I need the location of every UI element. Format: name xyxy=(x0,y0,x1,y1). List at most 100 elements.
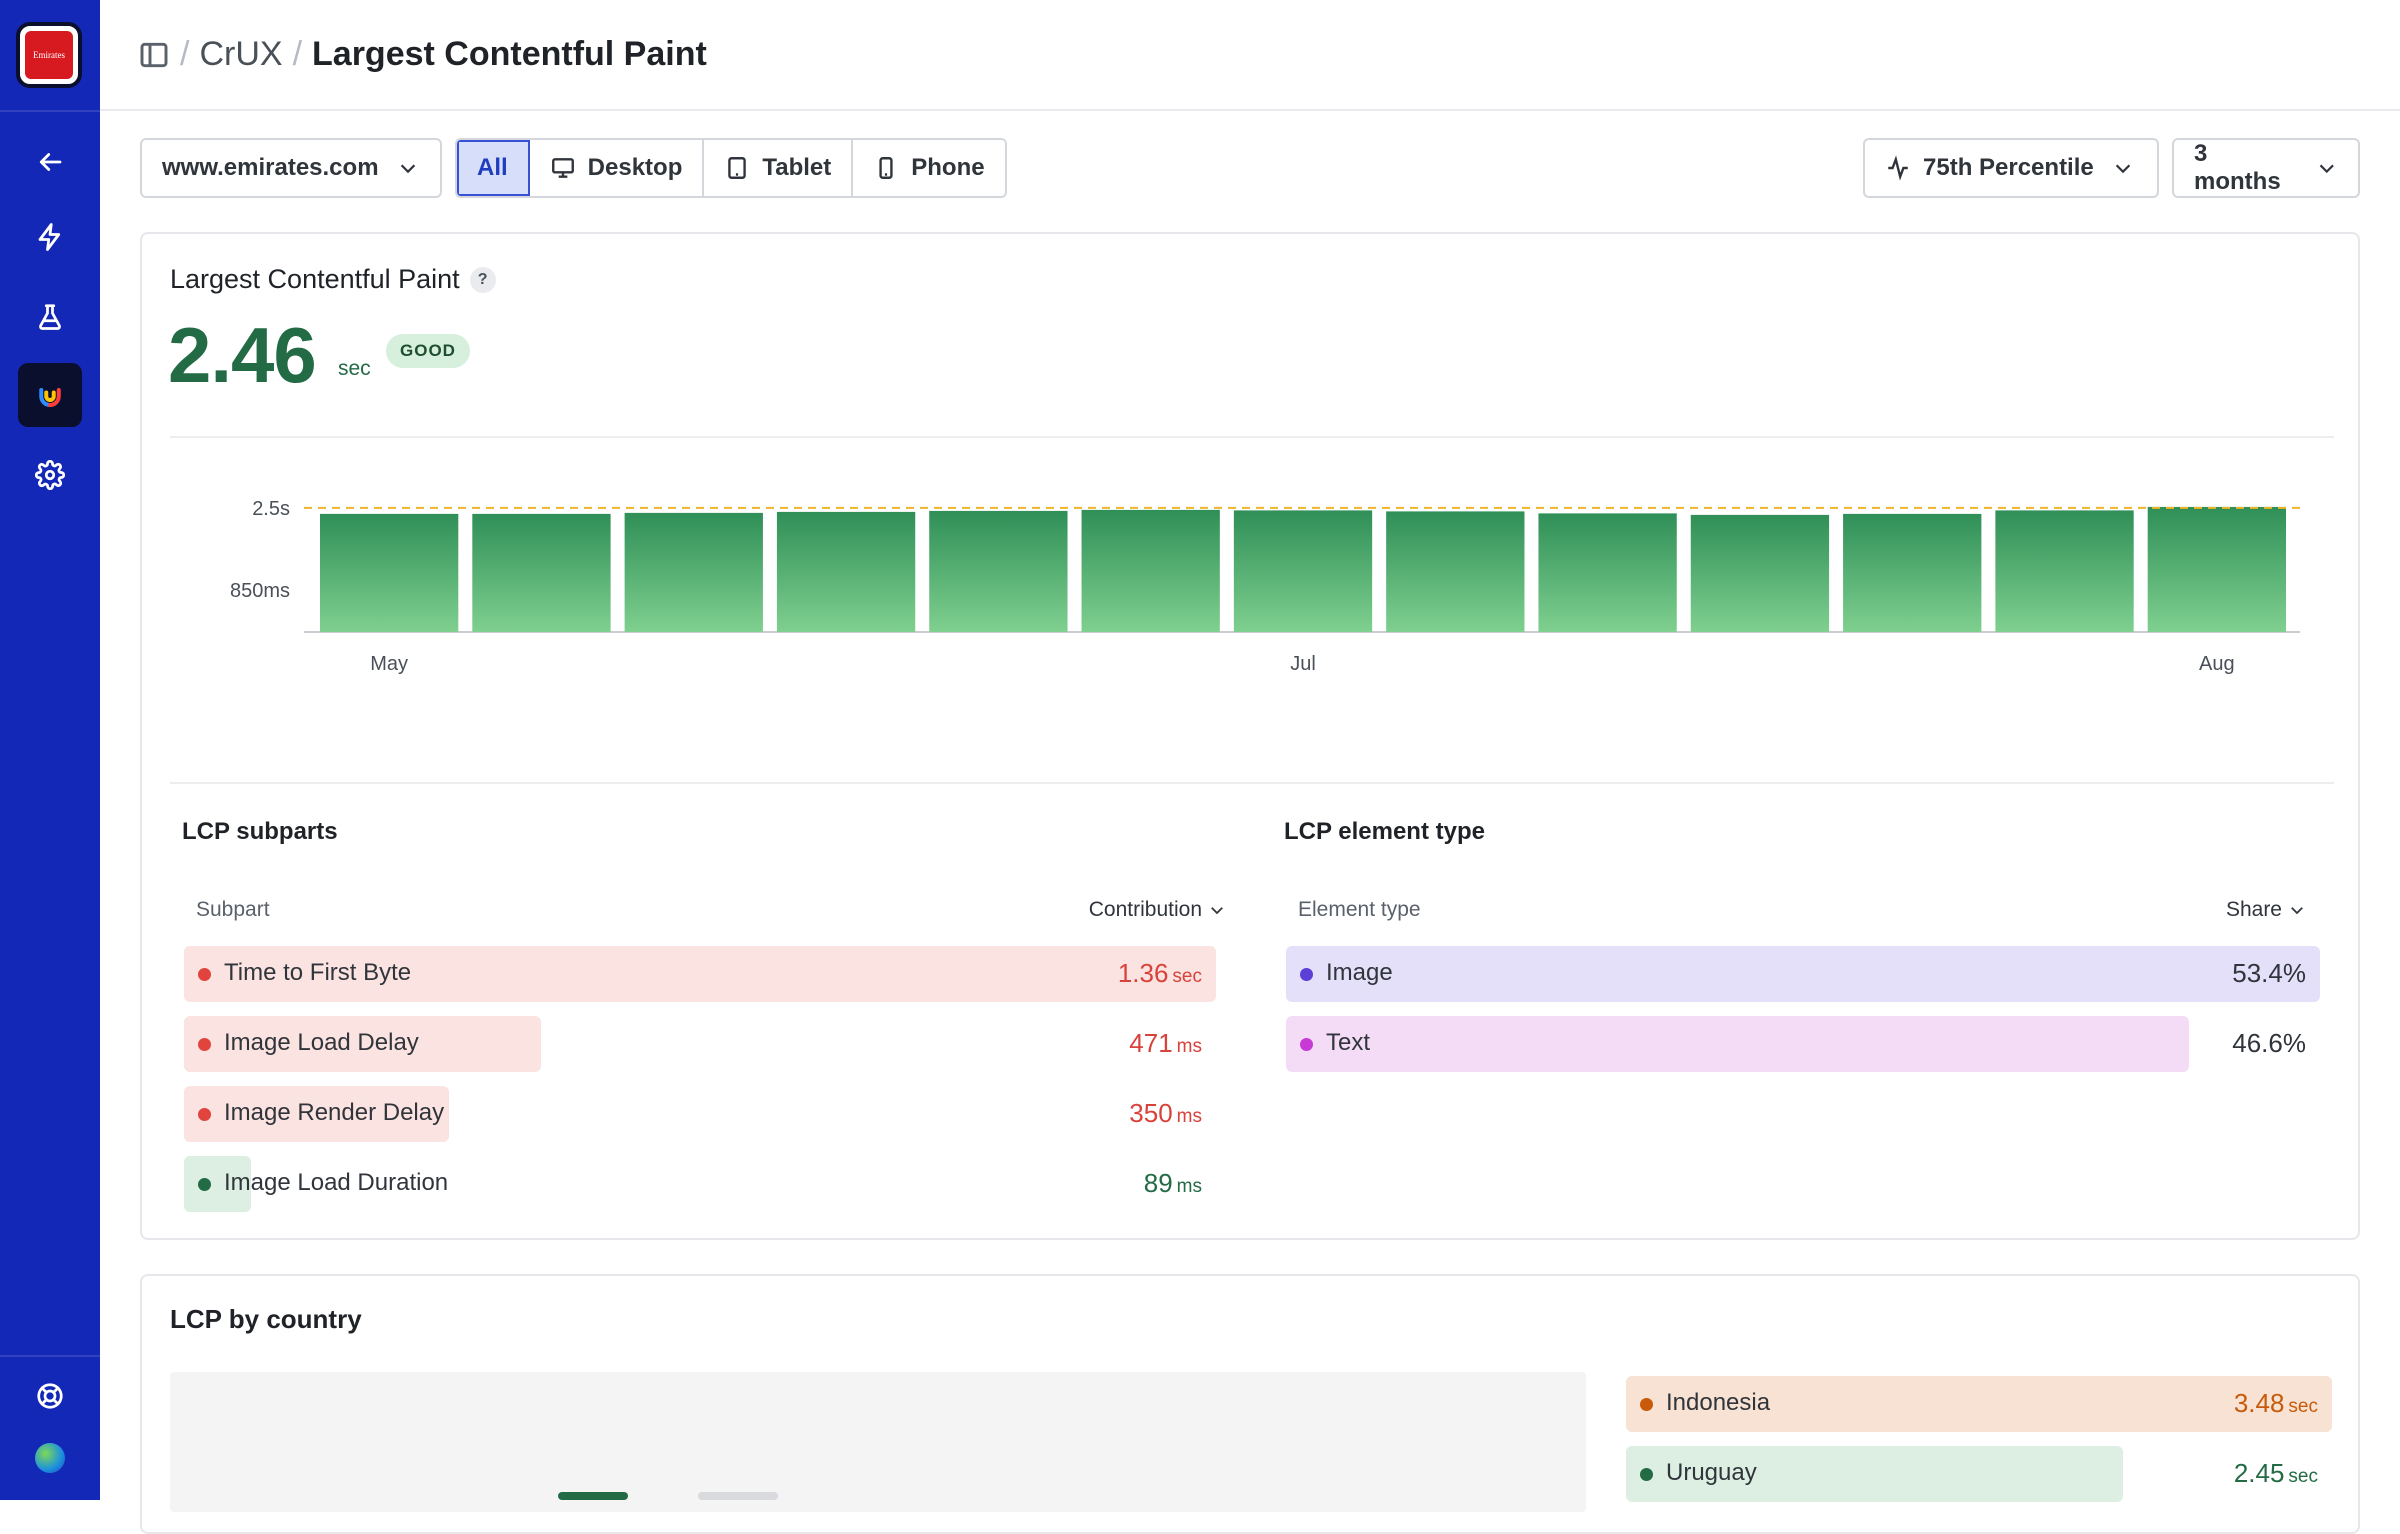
subpart-row[interactable]: Image Load Delay 471 ms xyxy=(184,1016,1216,1072)
chevron-down-icon xyxy=(400,164,415,174)
row-unit: sec xyxy=(1172,966,1202,987)
user-avatar-button[interactable] xyxy=(18,1426,82,1490)
divider xyxy=(170,782,2334,784)
status-dot xyxy=(198,1108,211,1121)
chart-bar xyxy=(1081,509,1220,632)
device-tab-label: Tablet xyxy=(762,154,832,181)
chart-bar xyxy=(1690,514,1830,632)
sidebar: Emirates xyxy=(0,0,100,1500)
element-type-row[interactable]: Text 46.6% xyxy=(1286,1016,2320,1072)
row-label: Image xyxy=(1326,959,1393,986)
percentile-select-value: 75th Percentile xyxy=(1923,154,2094,181)
brand-text: Emirates xyxy=(33,50,65,60)
sort-label: Share xyxy=(2225,898,2282,921)
row-label: Image Load Delay xyxy=(224,1029,419,1056)
device-tab-tablet[interactable]: Tablet xyxy=(704,140,854,196)
row-label: Uruguay xyxy=(1666,1459,1757,1486)
page-title: Largest Contentful Paint xyxy=(312,35,707,73)
help-lifebuoy-icon xyxy=(37,1383,63,1409)
lcp-card: Largest Contentful Paint ? 2.46 sec GOOD… xyxy=(140,232,2360,1240)
breadcrumb-crux[interactable]: CrUX xyxy=(199,35,282,74)
sort-label: Contribution xyxy=(1088,898,1202,921)
help-icon[interactable]: ? xyxy=(469,266,496,293)
chart-y-tick: 850ms xyxy=(230,580,290,602)
map-marker xyxy=(698,1492,778,1500)
flask-icon xyxy=(39,304,61,330)
sidebar-item-lab[interactable] xyxy=(18,285,82,349)
status-dot xyxy=(1300,968,1313,981)
row-bar xyxy=(1286,946,2320,1002)
device-tab-label: Desktop xyxy=(587,154,683,181)
status-badge: GOOD xyxy=(386,334,470,368)
subparts-sort-contribution[interactable]: Contribution xyxy=(1089,898,1226,922)
row-unit: ms xyxy=(1176,1176,1202,1197)
row-value: 471 ms xyxy=(1129,1028,1202,1058)
lightning-icon xyxy=(38,223,61,251)
sidebar-divider xyxy=(0,1355,100,1357)
country-map[interactable] xyxy=(170,1372,1586,1512)
chart-x-label: Aug xyxy=(2199,653,2235,675)
tablet-icon xyxy=(728,157,747,179)
chart-bar xyxy=(929,510,1068,632)
row-value: 350 ms xyxy=(1129,1098,1202,1128)
subpart-row[interactable]: Time to First Byte 1.36 sec xyxy=(184,946,1216,1002)
element-type-row[interactable]: Image 53.4% xyxy=(1286,946,2320,1002)
row-value: 2.45 sec xyxy=(2233,1458,2318,1488)
row-value: 3.48 sec xyxy=(2233,1388,2318,1418)
sidebar-item-performance[interactable] xyxy=(18,205,82,269)
row-unit: ms xyxy=(1176,1106,1202,1127)
percentile-select[interactable]: 75th Percentile xyxy=(1863,138,2159,198)
subparts-col-subpart: Subpart xyxy=(196,898,270,921)
sidebar-toggle-icon[interactable] xyxy=(138,39,170,71)
country-row[interactable]: Uruguay 2.45 sec xyxy=(1626,1446,2332,1502)
site-select[interactable]: www.emirates.com xyxy=(140,138,442,198)
metric-title: Largest Contentful Paint ? xyxy=(170,264,496,295)
row-label: Image Load Duration xyxy=(224,1169,449,1196)
device-tab-phone[interactable]: Phone xyxy=(853,140,1005,196)
chart-x-label: Jul xyxy=(1290,653,1316,675)
back-button[interactable] xyxy=(18,130,82,194)
row-label: Image Render Delay xyxy=(224,1099,445,1126)
user-avatar xyxy=(35,1443,65,1473)
device-tab-label: All xyxy=(477,154,508,181)
element-type-sort-share[interactable]: Share xyxy=(2226,898,2306,922)
emirates-logo-mark: Emirates xyxy=(25,31,73,79)
chart-bar xyxy=(472,513,611,632)
chart-bar xyxy=(2147,506,2286,632)
country-row[interactable]: Indonesia 3.48 sec xyxy=(1626,1376,2332,1432)
row-value: 1.36 sec xyxy=(1117,958,1202,988)
sidebar-item-settings[interactable] xyxy=(18,443,82,507)
subparts-title: LCP subparts xyxy=(182,818,338,845)
chart-bar xyxy=(1843,513,1982,632)
sidebar-item-crux[interactable] xyxy=(18,363,82,427)
metric-title-text: Largest Contentful Paint xyxy=(170,264,460,294)
range-select[interactable]: 3 months xyxy=(2172,138,2360,198)
help-button[interactable] xyxy=(18,1364,82,1428)
chevron-down-icon xyxy=(2115,164,2130,174)
subpart-row[interactable]: Image Render Delay 350 ms xyxy=(184,1086,1216,1142)
row-bar xyxy=(1286,1016,2189,1072)
emirates-logo[interactable]: Emirates xyxy=(16,22,82,88)
breadcrumb-separator: / xyxy=(292,35,303,73)
device-tab-desktop[interactable]: Desktop xyxy=(529,140,705,196)
lcp-by-country-card: LCP by country Indonesia 3.48 sec Uruguay 2.… xyxy=(140,1274,2360,1534)
row-value: 53.4% xyxy=(2232,958,2306,988)
desktop-icon xyxy=(551,158,574,178)
chart-bar xyxy=(776,511,916,632)
breadcrumb-separator: / xyxy=(180,35,190,73)
row-value: 46.6% xyxy=(2232,1028,2306,1058)
device-tab-all[interactable]: All xyxy=(457,140,530,196)
range-select-value: 3 months xyxy=(2194,140,2281,195)
chart-x-label: May xyxy=(370,653,408,675)
row-label: Time to First Byte xyxy=(224,959,412,986)
chart-bar xyxy=(320,513,459,632)
chart-bar xyxy=(1233,510,1373,632)
activity-icon xyxy=(1888,155,1908,181)
back-arrow-icon xyxy=(39,153,62,171)
subpart-row[interactable]: Image Load Duration 89 ms xyxy=(184,1156,1216,1212)
device-tab-label: Phone xyxy=(911,154,985,181)
status-dot xyxy=(1300,1038,1313,1051)
metric-value: 2.46 xyxy=(168,311,317,399)
status-dot xyxy=(1640,1398,1653,1411)
status-dot xyxy=(198,968,211,981)
